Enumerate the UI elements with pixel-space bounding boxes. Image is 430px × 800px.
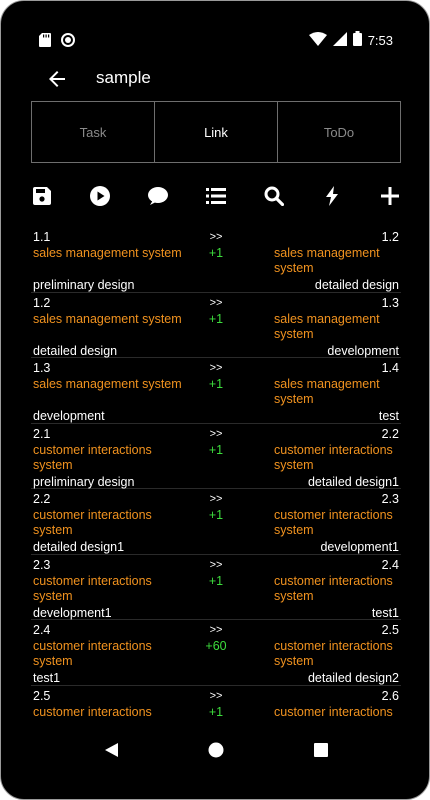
link-diff: +1 xyxy=(208,246,224,260)
from-id: 2.2 xyxy=(33,492,51,506)
back-arrow-icon[interactable] xyxy=(45,67,69,91)
from-system: customer interactions system xyxy=(33,573,152,603)
link-diff: +60 xyxy=(205,639,227,653)
add-icon[interactable] xyxy=(377,183,403,209)
signal-icon xyxy=(332,31,347,49)
to-id: 1.3 xyxy=(381,295,399,310)
to-system: customer interactions system xyxy=(274,573,393,603)
to-system: sales management system xyxy=(274,377,380,406)
navigation-bar xyxy=(1,735,429,765)
from-system: sales management system xyxy=(33,377,182,391)
to-phase: development1 xyxy=(320,540,399,554)
phone-screen: 7:53 sample Task Link ToDo 1.1 >> 1.2 sa… xyxy=(0,0,430,800)
link-row[interactable]: 2.1 >> 2.2 customer interactions system … xyxy=(31,424,401,489)
to-id: 1.2 xyxy=(381,230,399,244)
from-phase: detailed design1 xyxy=(33,540,125,554)
to-system: customer interactions system xyxy=(274,508,393,537)
from-system: customer interactions xyxy=(33,704,152,719)
from-id: 1.2 xyxy=(33,295,51,310)
tab-link[interactable]: Link xyxy=(155,102,278,162)
from-phase: development1 xyxy=(33,605,112,620)
to-system: sales management system xyxy=(274,246,380,275)
to-phase: test xyxy=(378,409,399,423)
to-system: customer interactions system xyxy=(274,639,393,668)
from-id: 2.5 xyxy=(33,688,51,703)
save-icon[interactable] xyxy=(29,183,55,209)
link-diff: +1 xyxy=(208,508,224,522)
link-diff: +1 xyxy=(208,704,224,719)
link-arrow: >> xyxy=(209,427,223,440)
from-system: sales management system xyxy=(33,311,182,326)
search-icon[interactable] xyxy=(261,183,287,209)
link-diff: +1 xyxy=(208,573,224,588)
from-system: customer interactions system xyxy=(33,442,152,472)
link-diff: +1 xyxy=(208,377,224,391)
bolt-icon[interactable] xyxy=(319,183,345,209)
tab-bar: Task Link ToDo xyxy=(31,101,401,163)
to-system: customer interactions system xyxy=(274,442,393,472)
from-id: 1.1 xyxy=(33,230,51,244)
toolbar xyxy=(29,181,403,211)
link-row[interactable]: 1.1 >> 1.2 sales management system +1 sa… xyxy=(31,227,401,293)
comment-icon[interactable] xyxy=(145,183,171,209)
from-phase: preliminary design xyxy=(33,474,135,489)
page-title: sample xyxy=(96,68,151,87)
battery-icon xyxy=(352,31,362,49)
to-system: sales management system xyxy=(274,311,380,341)
link-row[interactable]: 2.3 >> 2.4 customer interactions system … xyxy=(31,555,401,620)
record-icon xyxy=(61,33,75,52)
from-id: 2.4 xyxy=(33,623,51,637)
to-phase: detailed design xyxy=(314,278,399,292)
app-bar: sample xyxy=(1,59,429,99)
link-row[interactable]: 2.2 >> 2.3 customer interactions system … xyxy=(31,489,401,555)
from-phase: detailed design xyxy=(33,343,118,358)
link-arrow: >> xyxy=(209,493,223,505)
from-id: 2.1 xyxy=(33,426,51,441)
to-phase: detailed design1 xyxy=(307,474,399,489)
to-id: 2.4 xyxy=(381,557,399,572)
sd-card-icon xyxy=(39,33,51,52)
link-row[interactable]: 1.2 >> 1.3 sales management system +1 sa… xyxy=(31,293,401,358)
link-row[interactable]: 1.3 >> 1.4 sales management system +1 sa… xyxy=(31,358,401,424)
link-arrow: >> xyxy=(209,624,223,636)
from-system: customer interactions system xyxy=(33,639,152,668)
status-bar: 7:53 xyxy=(1,29,429,53)
link-row[interactable]: 2.4 >> 2.5 customer interactions system … xyxy=(31,620,401,686)
from-phase: preliminary design xyxy=(33,278,135,292)
from-id: 1.3 xyxy=(33,361,51,375)
link-arrow: >> xyxy=(209,689,223,702)
link-diff: +1 xyxy=(208,442,224,457)
to-id: 2.2 xyxy=(381,426,399,441)
link-diff: +1 xyxy=(208,311,224,326)
to-phase: development xyxy=(327,343,399,358)
play-icon[interactable] xyxy=(87,183,113,209)
tab-task[interactable]: Task xyxy=(32,102,155,162)
from-phase: test1 xyxy=(33,671,61,685)
status-time: 7:53 xyxy=(367,32,393,48)
to-id: 1.4 xyxy=(381,361,399,375)
nav-back-icon[interactable] xyxy=(101,739,123,761)
link-arrow: >> xyxy=(209,296,223,309)
from-system: sales management system xyxy=(33,246,182,260)
to-id: 2.6 xyxy=(381,688,399,703)
to-id: 2.5 xyxy=(381,623,399,637)
link-row[interactable]: 2.5 >> 2.6 customer interactions +1 cust… xyxy=(31,686,401,728)
link-arrow: >> xyxy=(209,231,223,243)
nav-recents-icon[interactable] xyxy=(310,739,332,761)
link-list: 1.1 >> 1.2 sales management system +1 sa… xyxy=(31,227,401,727)
to-id: 2.3 xyxy=(381,492,399,506)
nav-home-icon[interactable] xyxy=(205,739,227,761)
wifi-icon xyxy=(308,31,327,49)
from-id: 2.3 xyxy=(33,557,51,572)
link-arrow: >> xyxy=(209,558,223,571)
tab-todo[interactable]: ToDo xyxy=(278,102,400,162)
link-arrow: >> xyxy=(209,362,223,374)
list-icon[interactable] xyxy=(203,183,229,209)
to-phase: test1 xyxy=(371,605,399,620)
to-phase: detailed design2 xyxy=(307,671,399,685)
from-phase: development xyxy=(33,409,105,423)
to-system: customer interactions xyxy=(274,704,393,719)
from-system: customer interactions system xyxy=(33,508,152,537)
